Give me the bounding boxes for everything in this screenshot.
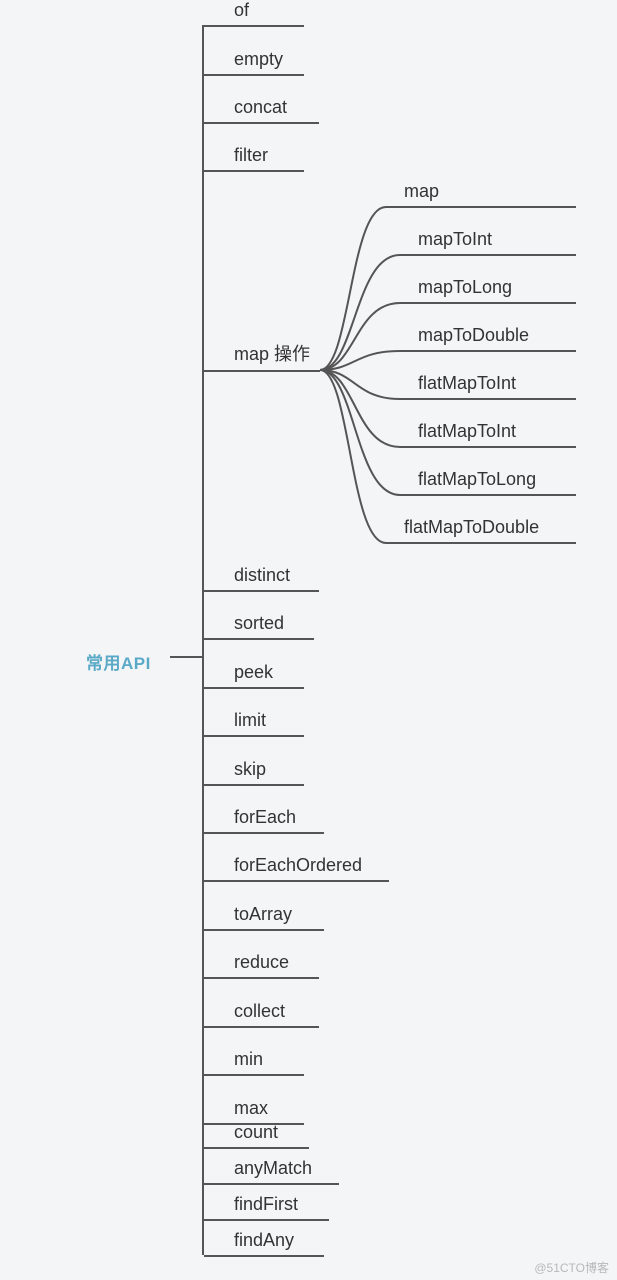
sub-branch-mapToLong: mapToLong	[400, 302, 576, 304]
sub-branch-map: map	[386, 206, 576, 208]
branch-collect: collect	[204, 1026, 319, 1028]
branch-skip: skip	[204, 784, 304, 786]
branch-anyMatch: anyMatch	[204, 1183, 339, 1185]
branch-label: collect	[234, 1001, 285, 1022]
branch-label: filter	[234, 145, 268, 166]
sub-branch-label: flatMapToInt	[418, 421, 516, 442]
sub-branch-label: map	[404, 181, 439, 202]
branch-label: forEachOrdered	[234, 855, 362, 876]
branch-distinct: distinct	[204, 590, 319, 592]
sub-branch-mapToDouble: mapToDouble	[400, 350, 576, 352]
branch-label: distinct	[234, 565, 290, 586]
branch-label: concat	[234, 97, 287, 118]
branch-label: empty	[234, 49, 283, 70]
branch-findFirst: findFirst	[204, 1219, 329, 1221]
sub-branch-label: flatMapToLong	[418, 469, 536, 490]
branch-empty: empty	[204, 74, 304, 76]
branch-label: min	[234, 1049, 263, 1070]
sub-branch-label: mapToLong	[418, 277, 512, 298]
sub-branch-label: flatMapToDouble	[404, 517, 539, 538]
sub-branch-label: flatMapToInt	[418, 373, 516, 394]
map-children-area: map mapToInt mapToLong mapToDouble flatMapTo…	[320, 182, 600, 558]
branch-toArray: toArray	[204, 929, 324, 931]
branch-reduce: reduce	[204, 977, 319, 979]
branch-label: toArray	[234, 904, 292, 925]
branch-label: anyMatch	[234, 1158, 312, 1179]
branch-concat: concat	[204, 122, 319, 124]
root-connector	[170, 656, 202, 658]
branch-label: count	[234, 1122, 278, 1143]
branch-of: of	[204, 25, 304, 27]
branch-count: count	[204, 1147, 309, 1149]
branch-findAny: findAny	[204, 1255, 324, 1257]
branch-limit: limit	[204, 735, 304, 737]
branch-label: findAny	[234, 1230, 294, 1251]
sub-branch-flatMapToInt: flatMapToInt	[400, 398, 576, 400]
branch-peek: peek	[204, 687, 304, 689]
watermark: @51CTO博客	[534, 1259, 609, 1276]
branch-min: min	[204, 1074, 304, 1076]
branch-label: max	[234, 1098, 268, 1119]
branch-label: limit	[234, 710, 266, 731]
sub-branch-flatMapToLong: flatMapToLong	[400, 494, 576, 496]
branch-label: findFirst	[234, 1194, 298, 1215]
branch-sorted: sorted	[204, 638, 314, 640]
branch-label: peek	[234, 662, 273, 683]
branch-forEachOrdered: forEachOrdered	[204, 880, 389, 882]
sub-branch-mapToInt: mapToInt	[400, 254, 576, 256]
sub-branch-label: mapToInt	[418, 229, 492, 250]
main-trunk-line	[202, 25, 204, 1255]
branch-label: forEach	[234, 807, 296, 828]
sub-branch-flatMapToDouble: flatMapToDouble	[386, 542, 576, 544]
branch-label: skip	[234, 759, 266, 780]
branch-forEach: forEach	[204, 832, 324, 834]
branch-label: sorted	[234, 613, 284, 634]
branch-label: reduce	[234, 952, 289, 973]
branch-filter: filter	[204, 170, 304, 172]
sub-branch-label: mapToDouble	[418, 325, 529, 346]
root-node: 常用API	[86, 649, 151, 674]
sub-branch-flatMapToInt: flatMapToInt	[400, 446, 576, 448]
branch-label: map 操作	[234, 340, 310, 366]
branch-label: of	[234, 0, 249, 21]
branch-map-操作: map 操作	[204, 370, 320, 372]
